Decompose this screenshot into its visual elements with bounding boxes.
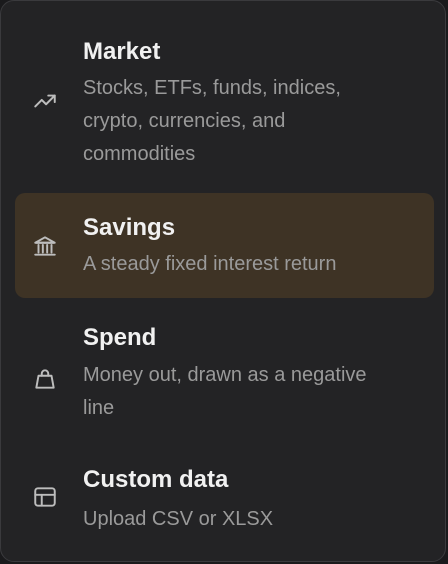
layout-table-icon bbox=[31, 483, 59, 511]
bank-icon bbox=[31, 232, 59, 260]
menu-item-title: Custom data bbox=[83, 466, 229, 493]
menu-item-market[interactable]: Market Stocks, ETFs, funds, indices, cry… bbox=[15, 21, 434, 177]
shopping-bag-icon bbox=[31, 365, 59, 393]
menu-item-title: Market bbox=[83, 38, 161, 65]
menu-item-description: A steady fixed interest return bbox=[83, 253, 337, 275]
menu-item-description: Upload CSV or XLSX bbox=[83, 508, 274, 530]
menu-item-custom-data[interactable]: Custom data Upload CSV or XLSX bbox=[15, 449, 434, 551]
menu-item-spend[interactable]: Spend Money out, drawn as a negative lin… bbox=[15, 306, 434, 434]
menu-item-savings[interactable]: Savings A steady fixed interest return bbox=[15, 193, 434, 298]
data-source-menu: Market Stocks, ETFs, funds, indices, cry… bbox=[0, 0, 446, 562]
menu-item-description: Stocks, ETFs, funds, indices, crypto, cu… bbox=[83, 77, 341, 165]
menu-item-description: Money out, drawn as a negative line bbox=[83, 364, 367, 419]
menu-item-title: Savings bbox=[83, 214, 176, 241]
menu-item-title: Spend bbox=[83, 324, 157, 351]
trending-up-icon bbox=[31, 87, 59, 115]
